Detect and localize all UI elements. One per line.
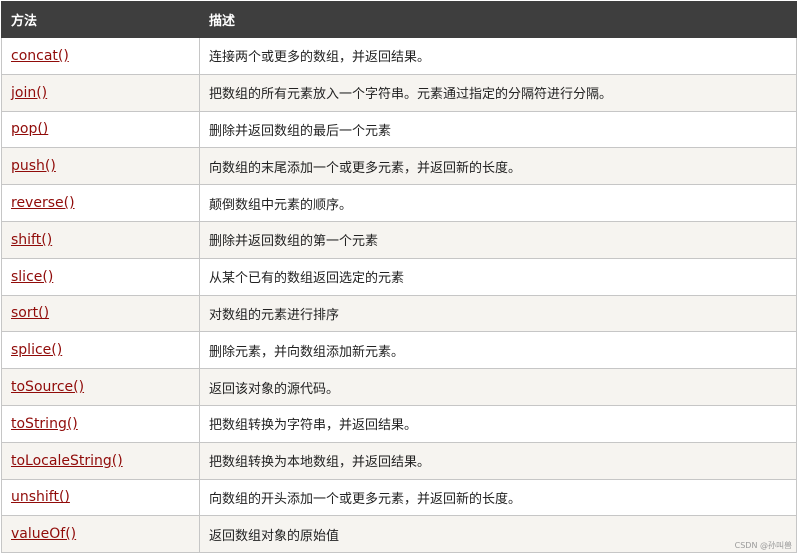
method-cell: concat() [1, 37, 200, 75]
method-cell: reverse() [1, 184, 200, 222]
description-cell: 从某个已有的数组返回选定的元素 [199, 257, 797, 296]
description-cell: 删除元素，并向数组添加新元素。 [199, 331, 797, 370]
table-row: unshift() 向数组的开头添加一个或更多元素，并返回新的长度。 [1, 478, 797, 517]
table-row: toSource() 返回该对象的源代码。 [1, 368, 797, 406]
table-row: join() 把数组的所有元素放入一个字符串。元素通过指定的分隔符进行分隔。 [1, 73, 797, 112]
method-cell: unshift() [1, 478, 200, 517]
method-cell: toSource() [1, 368, 200, 406]
description-cell: 删除并返回数组的第一个元素 [199, 220, 797, 259]
table-row: sort() 对数组的元素进行排序 [1, 294, 797, 333]
description-cell: 删除并返回数组的最后一个元素 [199, 110, 797, 149]
method-cell: slice() [1, 257, 200, 296]
table-row: push() 向数组的末尾添加一个或更多元素，并返回新的长度。 [1, 147, 797, 186]
description-cell: 颠倒数组中元素的顺序。 [199, 184, 797, 222]
table-row: splice() 删除元素，并向数组添加新元素。 [1, 331, 797, 370]
table-row: concat() 连接两个或更多的数组，并返回结果。 [1, 37, 797, 75]
method-link-sort[interactable]: sort() [11, 305, 49, 321]
method-cell: pop() [1, 110, 200, 149]
table-row: shift() 删除并返回数组的第一个元素 [1, 220, 797, 259]
method-link-pop[interactable]: pop() [11, 121, 48, 137]
method-link-concat[interactable]: concat() [11, 48, 69, 64]
table-row: slice() 从某个已有的数组返回选定的元素 [1, 257, 797, 296]
method-cell: splice() [1, 331, 200, 370]
description-cell: 返回该对象的源代码。 [199, 368, 797, 406]
method-link-push[interactable]: push() [11, 158, 56, 174]
array-methods-table: 方法 描述 concat() 连接两个或更多的数组，并返回结果。 join() … [1, 1, 797, 554]
method-link-tostring[interactable]: toString() [11, 416, 78, 432]
method-link-tosource[interactable]: toSource() [11, 379, 84, 395]
description-cell: 向数组的开头添加一个或更多元素，并返回新的长度。 [199, 478, 797, 517]
watermark: CSDN @孙叫兽 [734, 541, 792, 550]
description-cell: 把数组转换为字符串，并返回结果。 [199, 404, 797, 443]
method-cell: toString() [1, 404, 200, 443]
method-link-slice[interactable]: slice() [11, 269, 53, 285]
method-link-unshift[interactable]: unshift() [11, 489, 70, 505]
table-row: reverse() 颠倒数组中元素的顺序。 [1, 184, 797, 222]
description-cell: 对数组的元素进行排序 [199, 294, 797, 333]
method-cell: push() [1, 147, 200, 186]
method-link-shift[interactable]: shift() [11, 232, 52, 248]
description-cell: 连接两个或更多的数组，并返回结果。 [199, 37, 797, 75]
table-row: toLocaleString() 把数组转换为本地数组，并返回结果。 [1, 441, 797, 480]
description-cell: 返回数组对象的原始值 [199, 515, 797, 554]
description-cell: 把数组的所有元素放入一个字符串。元素通过指定的分隔符进行分隔。 [199, 73, 797, 112]
method-link-splice[interactable]: splice() [11, 342, 62, 358]
header-description: 描述 [199, 1, 797, 38]
table-row: toString() 把数组转换为字符串，并返回结果。 [1, 404, 797, 443]
description-cell: 把数组转换为本地数组，并返回结果。 [199, 441, 797, 480]
method-cell: sort() [1, 294, 200, 333]
table-row: pop() 删除并返回数组的最后一个元素 [1, 110, 797, 149]
method-cell: toLocaleString() [1, 441, 200, 480]
table-header-row: 方法 描述 [1, 1, 797, 38]
method-cell: shift() [1, 220, 200, 259]
method-cell: join() [1, 73, 200, 112]
method-cell: valueOf() [1, 515, 200, 554]
description-cell: 向数组的末尾添加一个或更多元素，并返回新的长度。 [199, 147, 797, 186]
table-row: valueOf() 返回数组对象的原始值 [1, 515, 797, 554]
header-method: 方法 [1, 1, 200, 38]
method-link-tolocalestring[interactable]: toLocaleString() [11, 453, 123, 469]
method-link-join[interactable]: join() [11, 85, 47, 101]
method-link-valueof[interactable]: valueOf() [11, 526, 76, 542]
method-link-reverse[interactable]: reverse() [11, 195, 75, 211]
